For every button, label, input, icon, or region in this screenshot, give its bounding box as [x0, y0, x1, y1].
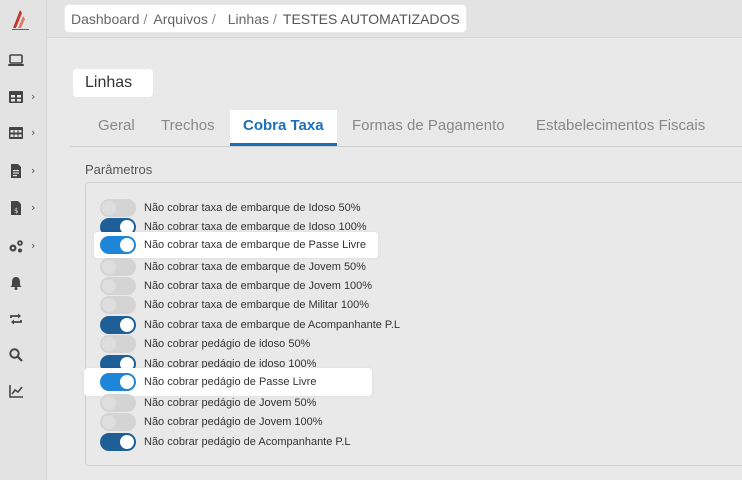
toggle-knob — [102, 201, 116, 215]
toggle-knob — [102, 279, 116, 293]
toggle-knob — [120, 435, 134, 449]
chevron-right-icon: › — [31, 126, 36, 139]
section-label: Parâmetros — [85, 162, 153, 177]
parameter-label: Não cobrar taxa de embarque de Jovem 100… — [144, 280, 373, 292]
tab-trechos[interactable]: Trechos — [161, 110, 215, 146]
breadcrumb-separator: / — [143, 10, 148, 27]
parameter-label: Não cobrar pedágio de Passe Livre — [144, 376, 317, 388]
breadcrumb-arquivos[interactable]: Arquivos — [153, 11, 207, 27]
parameter-label: Não cobrar taxa de embarque de Militar 1… — [144, 299, 370, 311]
toggle-switch[interactable] — [100, 236, 136, 254]
parameter-label: Não cobrar pedágio de Jovem 50% — [144, 397, 317, 409]
sidebar-item-tables[interactable]: › — [0, 82, 47, 112]
breadcrumb-linhas[interactable]: Linhas — [228, 11, 269, 27]
breadcrumb-current: TESTES AUTOMATIZADOS — [282, 10, 460, 27]
sidebar-item-search[interactable] — [0, 340, 47, 370]
parameter-row: Não cobrar pedágio de idoso 50% — [100, 335, 310, 353]
chevron-right-icon: › — [31, 201, 36, 214]
breadcrumb-dashboard[interactable]: Dashboard — [71, 11, 140, 27]
sidebar-item-documents[interactable]: › — [0, 156, 47, 186]
toggle-switch[interactable] — [100, 258, 136, 276]
parameter-label: Não cobrar taxa de embarque de Passe Liv… — [144, 239, 366, 251]
parameter-row: Não cobrar taxa de embarque de Jovem 100… — [100, 277, 372, 295]
chart-icon — [9, 385, 23, 398]
grid-icon — [9, 127, 23, 139]
toggle-knob — [120, 238, 134, 252]
sidebar-item-invoices[interactable]: $ › — [0, 193, 47, 223]
parameter-label: Não cobrar taxa de embarque de Acompanha… — [144, 319, 401, 331]
parameter-row: Não cobrar taxa de embarque de Idoso 50% — [100, 199, 360, 217]
sync-icon — [10, 313, 22, 325]
toggle-knob — [120, 375, 134, 389]
toggle-switch[interactable] — [100, 296, 136, 314]
parameter-row: Não cobrar taxa de embarque de Militar 1… — [100, 296, 369, 314]
topbar: Dashboard / Arquivos / Linhas / TESTES A… — [47, 0, 742, 38]
main-content: Linhas Geral Trechos Cobra Taxa Formas d… — [70, 62, 742, 480]
document-icon — [11, 164, 21, 178]
breadcrumb-separator: / — [273, 10, 277, 27]
laptop-icon — [8, 54, 24, 66]
toggle-knob — [102, 396, 116, 410]
toggle-knob — [102, 337, 116, 351]
parameter-label: Não cobrar pedágio de Jovem 100% — [144, 416, 323, 428]
tab-estabelecimentos-fiscais[interactable]: Estabelecimentos Fiscais — [536, 110, 705, 146]
tab-bar: Geral Trechos Cobra Taxa Formas de Pagam… — [70, 110, 742, 147]
parameter-row: Não cobrar taxa de embarque de Acompanha… — [100, 316, 400, 334]
sidebar-item-settings[interactable]: › — [0, 231, 47, 261]
parameter-row: Não cobrar pedágio de Acompanhante P.L — [100, 433, 351, 451]
toggle-knob — [102, 260, 116, 274]
sidebar-item-reports[interactable] — [0, 376, 47, 406]
logo-icon[interactable] — [9, 7, 31, 31]
toggle-knob — [102, 298, 116, 312]
toggle-switch[interactable] — [100, 316, 136, 334]
page-title: Linhas — [73, 69, 153, 97]
toggle-switch[interactable] — [100, 335, 136, 353]
breadcrumb-separator: / — [211, 10, 216, 27]
sidebar-item-notifications[interactable] — [0, 268, 47, 298]
toggle-switch[interactable] — [100, 277, 136, 295]
invoice-icon: $ — [11, 201, 21, 215]
chevron-right-icon: › — [31, 90, 36, 103]
parameter-label: Não cobrar taxa de embarque de Idoso 50% — [144, 202, 361, 214]
tab-formas-de-pagamento[interactable]: Formas de Pagamento — [352, 110, 505, 146]
breadcrumb: Dashboard / Arquivos / Linhas / TESTES A… — [65, 5, 466, 32]
toggle-knob — [102, 415, 116, 429]
parameter-label: Não cobrar pedágio de idoso 50% — [144, 338, 311, 350]
parameter-label: Não cobrar pedágio de Acompanhante P.L — [144, 436, 351, 448]
parameter-row: Não cobrar pedágio de Jovem 100% — [100, 413, 323, 431]
search-icon — [9, 348, 23, 362]
toggle-switch[interactable] — [100, 199, 136, 217]
parameter-row-highlighted: Não cobrar taxa de embarque de Passe Liv… — [94, 232, 378, 258]
parameter-label: Não cobrar taxa de embarque de Jovem 50% — [144, 261, 366, 273]
sidebar-item-dashboard[interactable] — [0, 45, 47, 75]
parameter-row: Não cobrar taxa de embarque de Jovem 50% — [100, 258, 366, 276]
sidebar-item-grid[interactable]: › — [0, 118, 47, 148]
toggle-switch[interactable] — [100, 373, 136, 391]
sidebar-item-sync[interactable] — [0, 304, 47, 334]
toggle-switch[interactable] — [100, 394, 136, 412]
table-icon — [9, 91, 23, 103]
gears-icon — [9, 240, 23, 253]
parameter-row: Não cobrar pedágio de Jovem 50% — [100, 394, 316, 412]
sidebar: › › › $ › › — [0, 0, 47, 480]
svg-text:$: $ — [14, 207, 18, 215]
toggle-switch[interactable] — [100, 433, 136, 451]
parameter-row-highlighted: Não cobrar pedágio de Passe Livre — [84, 368, 373, 396]
chevron-right-icon: › — [31, 164, 36, 177]
chevron-right-icon: › — [31, 239, 36, 252]
toggle-knob — [120, 318, 134, 332]
tab-geral[interactable]: Geral — [98, 110, 135, 146]
bell-icon — [10, 277, 22, 290]
tab-cobra-taxa[interactable]: Cobra Taxa — [230, 110, 337, 146]
toggle-switch[interactable] — [100, 413, 136, 431]
